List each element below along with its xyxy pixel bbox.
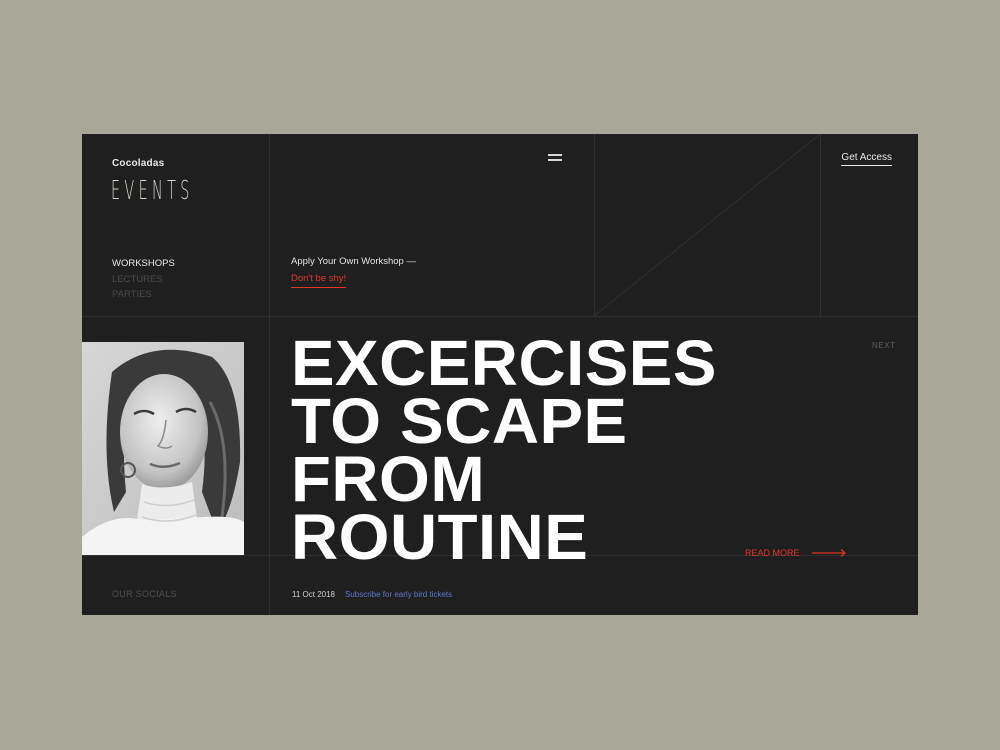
brand-logo-events: EVENTS [111, 176, 194, 206]
headline-line: ROUTINE [291, 501, 589, 573]
read-more-link[interactable]: READ MORE [745, 548, 846, 558]
headline-line: FROM [291, 443, 486, 515]
category-nav: WORKSHOPS LECTURES PARTIES [112, 256, 175, 303]
apply-workshop-title: Apply Your Own Workshop — [291, 256, 416, 267]
brand-name: Cocoladas [112, 158, 165, 169]
hero-photo [82, 342, 244, 555]
next-button[interactable]: NEXT [872, 341, 895, 350]
nav-item-parties[interactable]: PARTIES [112, 287, 175, 303]
get-access-link[interactable]: Get Access [841, 152, 892, 166]
headline-line: EXCERCISES [291, 327, 717, 399]
arrow-right-icon [811, 549, 846, 557]
our-socials-label: OUR SOCIALS [112, 589, 177, 599]
grid-line [82, 316, 918, 317]
dont-be-shy-link[interactable]: Don't be shy! [291, 273, 347, 288]
hero-headline: EXCERCISES TO SCAPE FROM ROUTINE [291, 327, 717, 573]
nav-item-workshops[interactable]: WORKSHOPS [112, 256, 175, 272]
menu-icon[interactable] [548, 154, 562, 162]
grid-line [820, 134, 821, 316]
diagonal-decoration [594, 134, 820, 316]
headline-line: TO SCAPE [291, 385, 628, 457]
nav-item-lectures[interactable]: LECTURES [112, 272, 175, 288]
event-date: 11 Oct 2018 [292, 590, 335, 599]
main-panel: Cocoladas EVENTS WORKSHOPS LECTURES PART… [82, 134, 918, 615]
subscribe-link[interactable]: Subscribe for early bird tickets [345, 590, 452, 599]
grid-line [269, 134, 270, 615]
read-more-label: READ MORE [745, 548, 800, 558]
